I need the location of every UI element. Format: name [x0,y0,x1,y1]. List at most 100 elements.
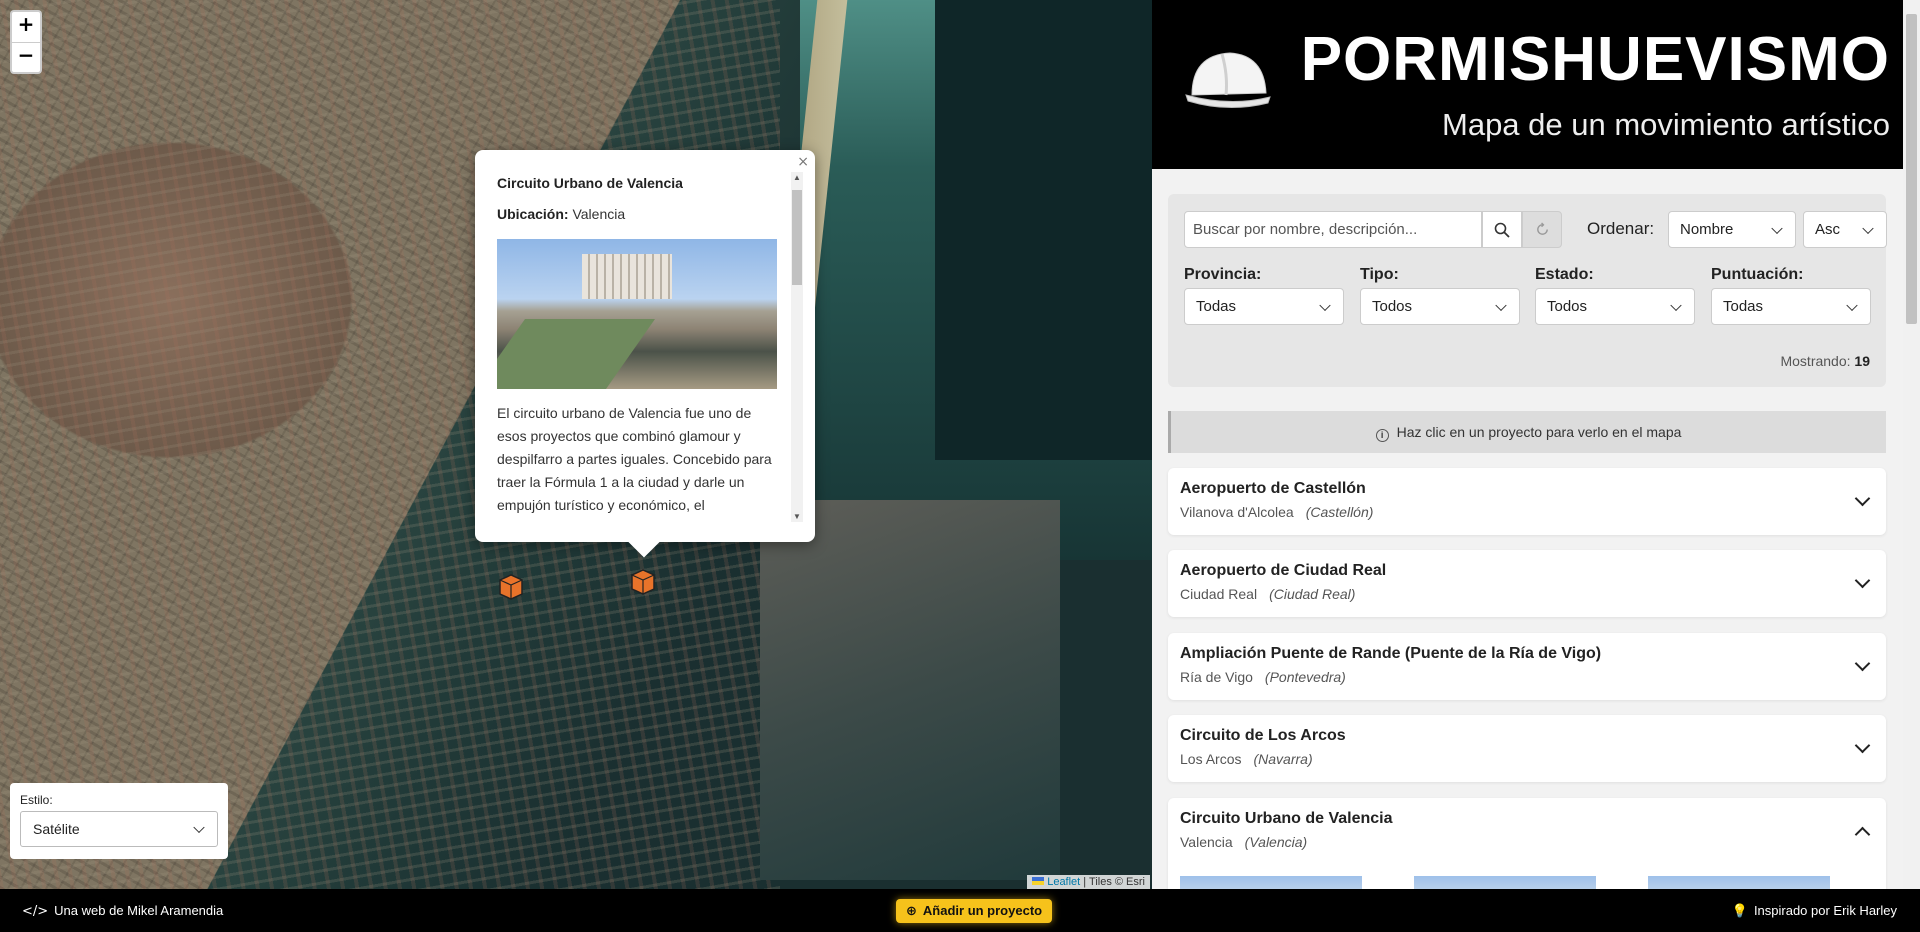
project-location: Valencia (Valencia) [1180,834,1307,850]
scroll-up-icon[interactable]: ▲ [791,173,803,182]
project-marker-icon[interactable] [496,572,526,600]
project-item[interactable]: Ampliación Puente de Rande (Puente de la… [1168,633,1886,700]
panel-scroll-thumb[interactable] [1906,14,1917,324]
estado-select[interactable]: Todos [1535,288,1695,325]
chevron-down-icon [1862,222,1874,234]
project-name: Aeropuerto de Ciudad Real [1180,562,1387,579]
port-area [760,500,1060,880]
project-province: (Ciudad Real) [1269,586,1356,602]
panel-scrollbar[interactable] [1903,0,1920,889]
add-project-button[interactable]: ⊕ Añadir un proyecto [896,899,1053,923]
footer-credit[interactable]: </> Una web de Mikel Aramendia [22,903,223,919]
project-item[interactable]: Aeropuerto de Ciudad Real Ciudad Real (Ci… [1168,550,1886,617]
project-location: Vilanova d'Alcolea (Castellón) [1180,504,1373,520]
footer-inspiration[interactable]: 💡 Inspirado por Erik Harley [1732,903,1897,919]
order-dir-select[interactable]: Asc [1803,211,1887,248]
flag-icon [1032,877,1045,885]
chevron-down-icon[interactable] [1854,655,1871,672]
chevron-down-icon [1319,299,1331,311]
project-name: Aeropuerto de Castellón [1180,480,1366,497]
leaflet-link[interactable]: Leaflet [1047,876,1080,888]
sidebar-panel: PORMISHUEVISMO Mapa de un movimiento art… [1152,0,1920,889]
project-province: (Castellón) [1305,504,1374,520]
puntuacion-value: Todas [1723,298,1764,315]
chevron-down-icon[interactable] [1854,572,1871,589]
puntuacion-select[interactable]: Todas [1711,288,1871,325]
photo-track [497,319,656,389]
results-count-label: Mostrando: [1780,353,1851,369]
project-place: Los Arcos [1180,751,1242,767]
info-icon: i [1375,429,1389,442]
project-province: (Navarra) [1253,751,1313,767]
hint-text: Haz clic en un proyecto para verlo en el… [1396,424,1682,440]
map-style-select[interactable]: Satélite [20,811,218,847]
reset-button[interactable] [1522,211,1562,248]
project-location: Ciudad Real (Ciudad Real) [1180,586,1355,602]
tipo-value: Todos [1372,298,1413,315]
project-item[interactable]: Aeropuerto de Castellón Vilanova d'Alcol… [1168,468,1886,535]
helmet-icon [1185,52,1271,108]
results-count: Mostrando: 19 [1780,353,1870,369]
gallery-thumbnail[interactable] [1180,876,1362,889]
project-location: Los Arcos (Navarra) [1180,751,1313,767]
project-location: Ría de Vigo (Pontevedra) [1180,669,1346,685]
tagline: Mapa de un movimiento artístico [1442,107,1890,142]
estado-label: Estado: [1535,266,1594,283]
project-name: Circuito de Los Arcos [1180,727,1346,744]
gallery-thumbnail[interactable] [1414,876,1596,889]
project-name: Circuito Urbano de Valencia [1180,810,1393,827]
order-by-select[interactable]: Nombre [1668,211,1796,248]
popup-description: El circuito urbano de Valencia fue uno d… [497,405,772,513]
chevron-down-icon[interactable] [1854,490,1871,507]
zoom-out-button[interactable]: − [12,42,40,72]
chevron-down-icon [193,821,205,834]
project-place: Valencia [1180,834,1233,850]
provincia-select[interactable]: Todas [1184,288,1344,325]
footer: </> Una web de Mikel Aramendia ⊕ Añadir un… [0,889,1920,932]
gallery-thumbnail[interactable] [1648,876,1830,889]
header: PORMISHUEVISMO Mapa de un movimiento art… [1152,0,1920,169]
popup-close-button[interactable]: × [797,154,809,170]
project-item-expanded[interactable]: Circuito Urbano de Valencia Valencia (Val… [1168,798,1886,889]
tipo-select[interactable]: Todos [1360,288,1520,325]
hint-banner: i Haz clic en un proyecto para verlo en e… [1168,411,1886,453]
chevron-down-icon[interactable] [1854,737,1871,754]
provincia-label: Provincia: [1184,266,1262,283]
brand-title: PORMISHUEVISMO [1300,25,1890,94]
zoom-in-button[interactable]: + [12,12,40,42]
project-item[interactable]: Circuito de Los Arcos Los Arcos (Navarra) [1168,715,1886,782]
lightbulb-icon: 💡 [1731,904,1748,919]
search-button[interactable] [1482,211,1522,248]
results-count-value: 19 [1854,353,1870,369]
plus-circle-icon: ⊕ [906,904,917,919]
project-marker-icon[interactable] [628,567,658,595]
chevron-down-icon [1670,299,1682,311]
order-by-value: Nombre [1680,221,1734,238]
estado-value: Todos [1547,298,1588,315]
project-place: Ciudad Real [1180,586,1258,602]
chevron-down-icon [1846,299,1858,311]
map-style-value: Satélite [33,821,80,837]
popup-title: Circuito Urbano de Valencia [497,175,683,191]
map-view[interactable]: + − × Circuito Urbano de Valencia Ubicac… [0,0,1152,889]
attribution-text: | Tiles © Esri [1083,876,1145,888]
map-attribution: Leaflet | Tiles © Esri [1027,875,1150,889]
popup-location: Ubicación: Valencia [497,206,782,222]
refresh-icon [1536,222,1548,235]
deep-sea-area [935,0,1152,460]
search-icon [1494,222,1510,238]
popup-scroll-thumb[interactable] [792,190,802,285]
map-style-control: Estilo: Satélite [10,783,228,859]
search-input[interactable]: Buscar por nombre, descripción... [1184,211,1482,248]
project-province: (Valencia) [1244,834,1308,850]
order-dir-value: Asc [1815,221,1841,238]
scroll-down-icon[interactable]: ▼ [791,512,803,521]
project-place: Ría de Vigo [1180,669,1253,685]
popup-location-value: Valencia [572,206,626,222]
code-icon: </> [22,904,49,919]
tipo-label: Tipo: [1360,266,1399,283]
popup-photo [497,239,777,389]
chevron-up-icon[interactable] [1854,826,1871,843]
popup-scrollbar[interactable]: ▲ ▼ [791,172,803,522]
project-name: Ampliación Puente de Rande (Puente de la… [1180,645,1602,662]
